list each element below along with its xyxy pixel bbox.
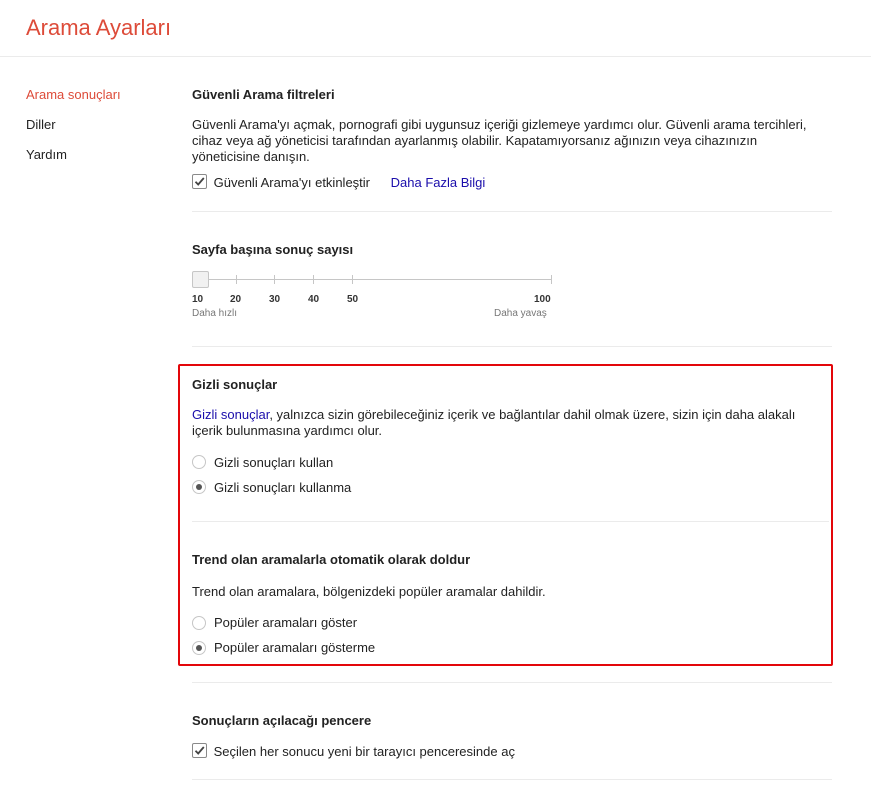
section-divider <box>192 346 832 347</box>
safe-search-checkbox-label[interactable]: Güvenli Arama'yı etkinleştir <box>214 175 370 190</box>
private-results-description-text: içerik bulunmasına yardımcı olur. <box>192 423 383 438</box>
safe-search-checkbox[interactable] <box>192 174 207 189</box>
slider-tick-label: 20 <box>230 294 242 305</box>
slower-caption: Daha yavaş <box>494 308 547 319</box>
slider-tick-label: 10 <box>192 294 204 305</box>
results-slider-thumb[interactable] <box>192 271 209 288</box>
page-title: Arama Ayarları <box>26 15 172 40</box>
sidebar-item-languages[interactable]: Diller <box>26 117 56 132</box>
results-slider-track[interactable] <box>202 279 552 280</box>
trending-heading: Trend olan aramalarla otomatik olarak do… <box>192 552 471 567</box>
hide-popular-searches-label[interactable]: Popüler aramaları gösterme <box>214 640 375 655</box>
header-divider <box>0 56 871 57</box>
new-window-checkbox-row: Seçilen her sonucu yeni bir tarayıcı pen… <box>192 743 515 759</box>
sidebar-item-search-results[interactable]: Arama sonuçları <box>26 87 121 102</box>
checkmark-icon <box>194 746 205 755</box>
results-per-page-heading: Sayfa başına sonuç sayısı <box>192 242 354 257</box>
slider-tick-label: 100 <box>534 294 551 305</box>
safe-search-description-line: yöneticisine danışın. <box>192 149 310 164</box>
section-divider <box>192 682 832 683</box>
safe-search-heading: Güvenli Arama filtreleri <box>192 87 335 102</box>
slider-tick <box>551 275 552 284</box>
slider-tick <box>313 275 314 284</box>
slider-tick <box>236 275 237 284</box>
faster-caption: Daha hızlı <box>192 308 238 319</box>
use-private-results-radio[interactable] <box>192 455 206 469</box>
slider-tick <box>274 275 275 284</box>
trending-description: Trend olan aramalara, bölgenizdeki popül… <box>192 584 546 599</box>
section-divider <box>192 779 832 780</box>
slider-tick <box>352 275 353 284</box>
hide-popular-searches-radio[interactable] <box>192 641 206 655</box>
private-results-heading: Gizli sonuçlar <box>192 377 278 392</box>
private-results-description: Gizli sonuçlar, yalnızca sizin görebilec… <box>192 407 822 439</box>
checkmark-icon <box>194 177 205 186</box>
section-divider <box>192 521 829 522</box>
show-popular-searches-radio[interactable] <box>192 616 206 630</box>
dont-use-private-results-radio[interactable] <box>192 480 206 494</box>
results-window-heading: Sonuçların açılacağı pencere <box>192 713 372 728</box>
sidebar-item-help[interactable]: Yardım <box>26 147 67 162</box>
slider-tick-label: 40 <box>308 294 320 305</box>
safe-search-description-line: cihaz veya ağ yöneticisi tarafından ayar… <box>192 133 758 148</box>
private-results-description-text: , yalnızca sizin görebileceğiniz içerik … <box>269 407 796 422</box>
more-info-link[interactable]: Daha Fazla Bilgi <box>391 175 486 190</box>
private-results-link[interactable]: Gizli sonuçlar <box>192 407 269 422</box>
show-popular-searches-label[interactable]: Popüler aramaları göster <box>214 615 357 630</box>
safe-search-description: Güvenli Arama'yı açmak, pornografi gibi … <box>192 117 822 165</box>
use-private-results-label[interactable]: Gizli sonuçları kullan <box>214 455 333 470</box>
new-window-checkbox[interactable] <box>192 743 207 758</box>
safe-search-checkbox-row: Güvenli Arama'yı etkinleştir Daha Fazla … <box>192 174 485 190</box>
slider-tick-label: 30 <box>269 294 281 305</box>
dont-use-private-results-label[interactable]: Gizli sonuçları kullanma <box>214 480 351 495</box>
section-divider <box>192 211 832 212</box>
new-window-checkbox-label[interactable]: Seçilen her sonucu yeni bir tarayıcı pen… <box>214 744 515 759</box>
safe-search-description-line: Güvenli Arama'yı açmak, pornografi gibi … <box>192 117 807 132</box>
slider-tick-label: 50 <box>347 294 359 305</box>
